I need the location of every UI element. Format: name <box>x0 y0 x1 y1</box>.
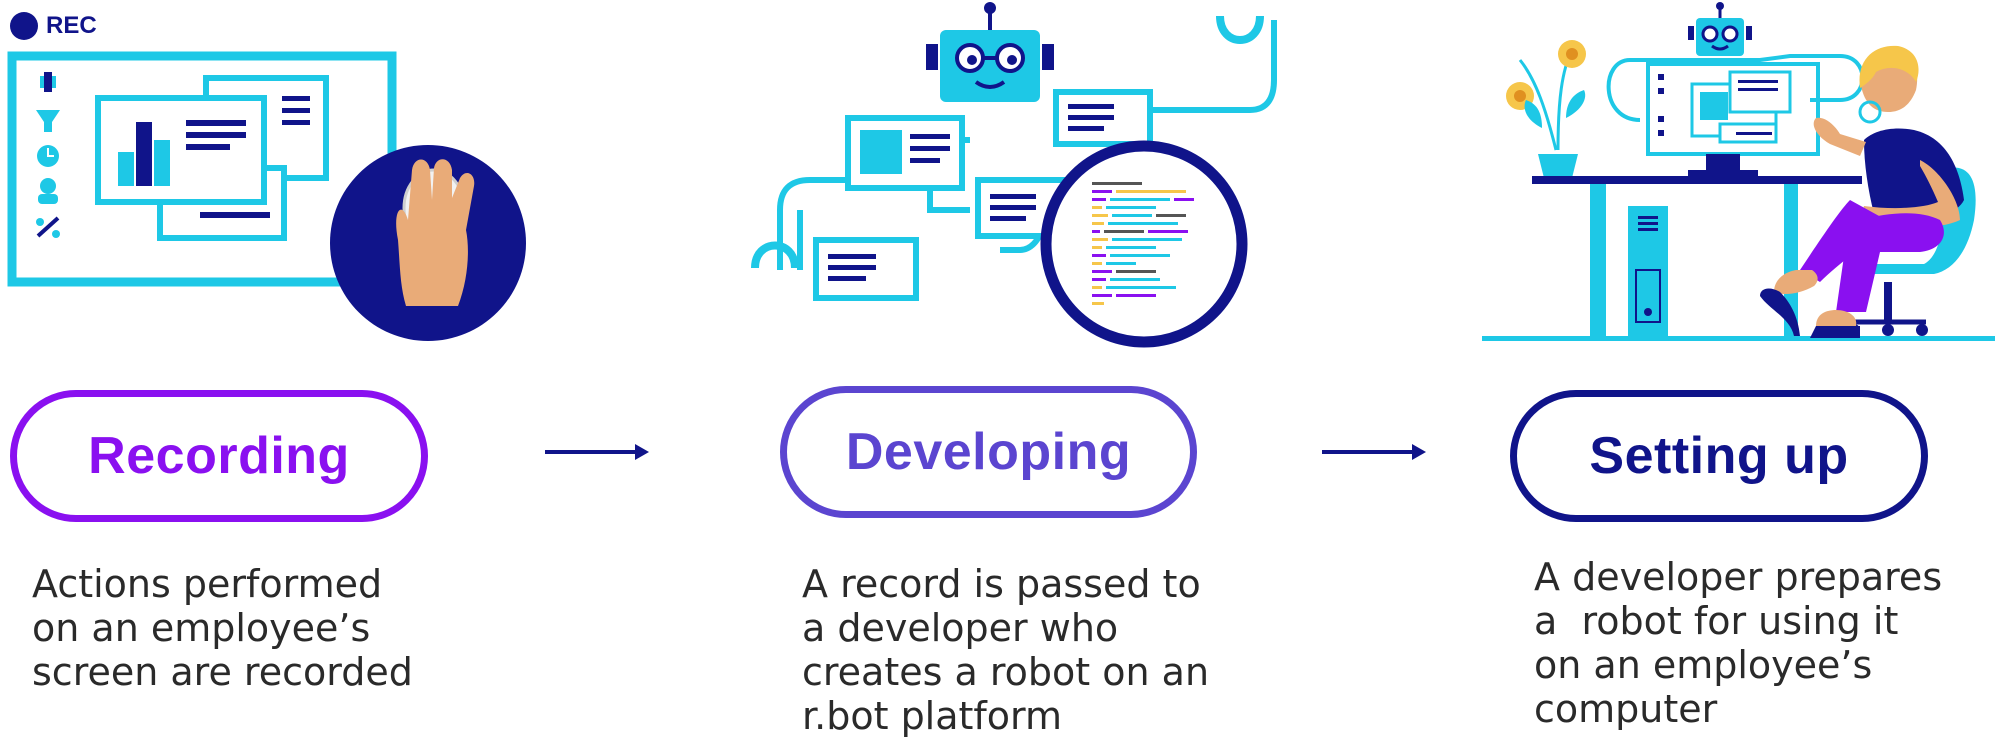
front-window <box>95 95 267 205</box>
rec-badge: REC <box>10 12 97 40</box>
step-setting-up-title: Setting up <box>1589 427 1849 485</box>
sidebar-icons <box>36 72 60 238</box>
arrow-right-icon <box>545 444 649 460</box>
desk <box>1532 176 1862 184</box>
description-line: Actions performed <box>32 562 383 606</box>
step-recording-title: Recording <box>88 427 350 485</box>
code-magnifier <box>1040 140 1248 348</box>
description-line: screen are recorded <box>32 650 413 694</box>
rec-label: REC <box>46 12 97 39</box>
arrow-right-icon <box>1322 444 1426 460</box>
description-line: creates a robot on an <box>802 650 1210 694</box>
description-line: on an employee’s <box>1534 643 1873 687</box>
pc-tower-icon <box>1628 206 1668 336</box>
record-dot-icon <box>10 12 38 40</box>
small-robot-icon <box>1688 2 1752 56</box>
setting-up-illustration <box>1482 2 1995 341</box>
step-developing-title: Developing <box>845 423 1132 481</box>
step-recording-description: Actions performed on an employee’s scree… <box>32 562 413 694</box>
description-line: A record is passed to <box>802 562 1201 606</box>
description-line: on an employee’s <box>32 606 371 650</box>
description-line: r.bot platform <box>802 694 1063 738</box>
description-line: a developer who <box>802 606 1119 650</box>
flower-pot-icon <box>1506 40 1586 178</box>
step-developing-pill: Developing <box>780 386 1197 518</box>
description-line: computer <box>1534 687 1718 731</box>
step-recording-pill: Recording <box>10 390 428 522</box>
description-line: A developer prepares <box>1534 555 1943 599</box>
step-developing-description: A record is passed to a developer who cr… <box>802 562 1209 738</box>
robot-head-icon <box>926 2 1054 102</box>
floor-line <box>1482 336 1995 341</box>
step-setting-up-description: A developer prepares a robot for using i… <box>1534 555 1942 731</box>
description-line: a robot for using it <box>1534 599 1899 643</box>
step-setting-up-pill: Setting up <box>1510 390 1928 522</box>
recording-illustration <box>7 51 526 341</box>
developing-illustration <box>751 2 1277 348</box>
